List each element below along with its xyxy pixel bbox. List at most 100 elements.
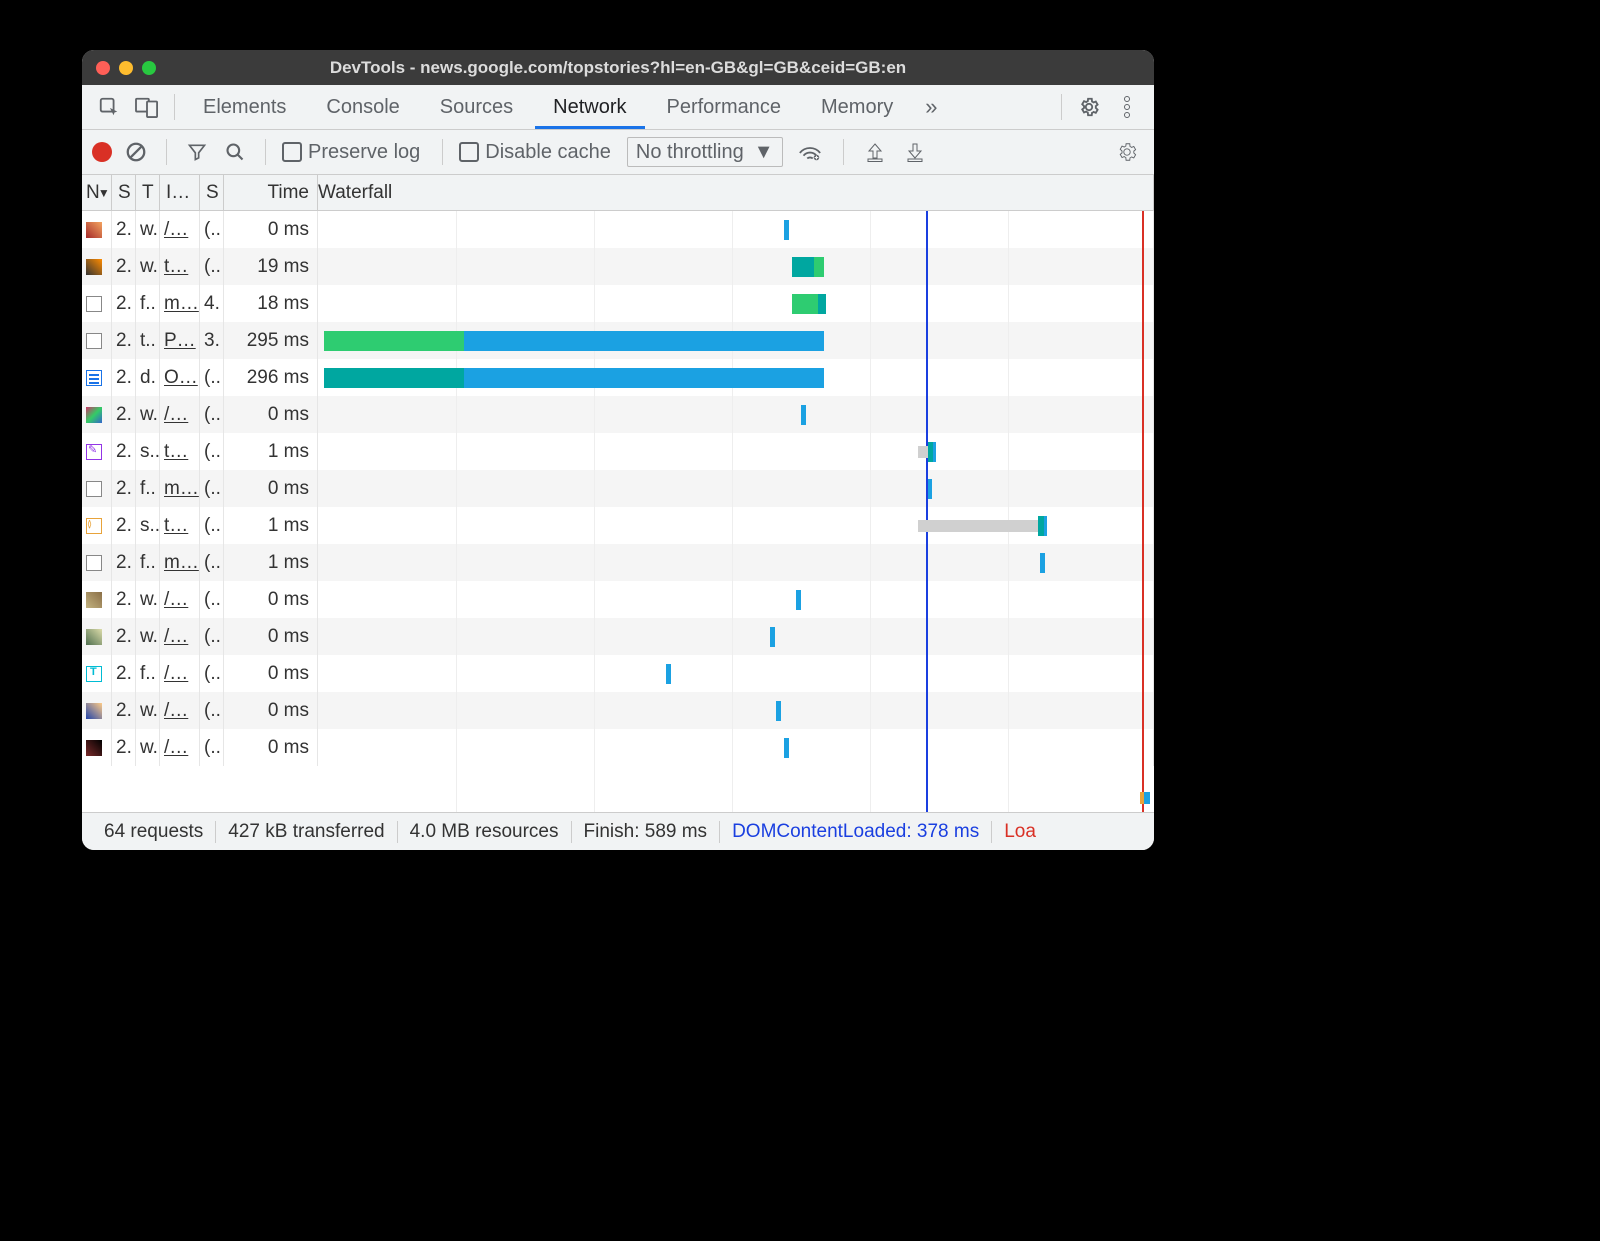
cell-time: 0 ms <box>224 581 318 618</box>
table-row[interactable]: 2.f../…(..0 ms <box>82 655 1154 692</box>
cell-status: 2. <box>112 285 136 322</box>
table-row[interactable]: 2.f..m…(..0 ms <box>82 470 1154 507</box>
col-name[interactable]: N▼ <box>82 175 112 210</box>
tab-network[interactable]: Network <box>535 85 644 129</box>
table-row[interactable]: 2.s..t…(..1 ms <box>82 507 1154 544</box>
cell-status: 2. <box>112 655 136 692</box>
cell-size: 4. <box>200 285 224 322</box>
table-row[interactable]: 2.f..m…4.18 ms <box>82 285 1154 322</box>
more-tabs-icon[interactable]: » <box>915 94 947 120</box>
cell-status: 2. <box>112 211 136 248</box>
status-transferred: 427 kB transferred <box>216 821 396 843</box>
table-row[interactable]: 2.w./…(..0 ms <box>82 618 1154 655</box>
file-type-icon <box>86 370 102 386</box>
maximize-icon[interactable] <box>142 61 156 75</box>
chevron-down-icon: ▼ <box>754 141 774 164</box>
cell-status: 2. <box>112 618 136 655</box>
tab-elements[interactable]: Elements <box>185 85 304 129</box>
checkbox-icon <box>282 142 302 162</box>
cell-time: 0 ms <box>224 211 318 248</box>
col-size[interactable]: S <box>200 175 224 210</box>
table-row[interactable]: 2.f..m…(..1 ms <box>82 544 1154 581</box>
preserve-log-checkbox[interactable]: Preserve log <box>282 141 420 164</box>
file-type-icon <box>86 481 102 497</box>
table-row[interactable]: 2.w.t…(..19 ms <box>82 248 1154 285</box>
cell-size: (.. <box>200 655 224 692</box>
cell-initiator[interactable]: t… <box>160 433 200 470</box>
file-type-icon <box>86 444 102 460</box>
tab-sources[interactable]: Sources <box>422 85 531 129</box>
network-conditions-icon[interactable] <box>793 135 827 169</box>
cell-initiator[interactable]: m… <box>160 285 200 322</box>
status-bar: 64 requests 427 kB transferred 4.0 MB re… <box>82 812 1154 850</box>
cell-size: (.. <box>200 581 224 618</box>
col-type[interactable]: T <box>136 175 160 210</box>
cell-initiator[interactable]: /… <box>160 581 200 618</box>
tab-memory[interactable]: Memory <box>803 85 911 129</box>
network-settings-icon[interactable] <box>1110 135 1144 169</box>
cell-initiator[interactable]: /… <box>160 655 200 692</box>
cell-size: (.. <box>200 507 224 544</box>
cell-initiator[interactable]: /… <box>160 211 200 248</box>
cell-type: w. <box>136 248 160 285</box>
table-row[interactable]: 2.w./…(..0 ms <box>82 396 1154 433</box>
cell-size: (.. <box>200 433 224 470</box>
throttling-select[interactable]: No throttling ▼ <box>627 137 783 167</box>
cell-size: 3. <box>200 322 224 359</box>
cell-time: 19 ms <box>224 248 318 285</box>
cell-type: w. <box>136 729 160 766</box>
cell-initiator[interactable]: t… <box>160 248 200 285</box>
divider <box>442 139 443 165</box>
cell-initiator[interactable]: O… <box>160 359 200 396</box>
table-row[interactable]: 2.w./…(..0 ms <box>82 211 1154 248</box>
minimize-icon[interactable] <box>119 61 133 75</box>
download-har-icon[interactable] <box>900 135 930 169</box>
cell-time: 295 ms <box>224 322 318 359</box>
tab-console[interactable]: Console <box>308 85 417 129</box>
table-row[interactable]: 2.d.O…(..296 ms <box>82 359 1154 396</box>
cell-initiator[interactable]: /… <box>160 618 200 655</box>
filter-icon[interactable] <box>183 135 211 169</box>
inspect-element-icon[interactable] <box>92 90 126 124</box>
disable-cache-checkbox[interactable]: Disable cache <box>459 141 611 164</box>
cell-type: d. <box>136 359 160 396</box>
close-icon[interactable] <box>96 61 110 75</box>
cell-size: (.. <box>200 470 224 507</box>
table-row[interactable]: 2.w./…(..0 ms <box>82 581 1154 618</box>
cell-initiator[interactable]: m… <box>160 470 200 507</box>
tab-performance[interactable]: Performance <box>649 85 800 129</box>
settings-icon[interactable] <box>1072 90 1106 124</box>
table-row[interactable]: 2.w./…(..0 ms <box>82 692 1154 729</box>
cell-status: 2. <box>112 692 136 729</box>
cell-type: w. <box>136 581 160 618</box>
cell-initiator[interactable]: /… <box>160 729 200 766</box>
col-waterfall[interactable]: Waterfall <box>318 175 1154 210</box>
cell-initiator[interactable]: m… <box>160 544 200 581</box>
table-row[interactable]: 2.t..P…3.295 ms <box>82 322 1154 359</box>
search-icon[interactable] <box>221 135 249 169</box>
upload-har-icon[interactable] <box>860 135 890 169</box>
cell-initiator[interactable]: P… <box>160 322 200 359</box>
clear-icon[interactable] <box>122 135 150 169</box>
table-row[interactable]: 2.w./…(..0 ms <box>82 729 1154 766</box>
cell-initiator[interactable]: /… <box>160 396 200 433</box>
col-initiator[interactable]: I… <box>160 175 200 210</box>
kebab-menu-icon[interactable] <box>1110 90 1144 124</box>
divider <box>166 139 167 165</box>
record-button[interactable] <box>92 142 112 162</box>
cell-status: 2. <box>112 396 136 433</box>
table-row[interactable]: 2.s..t…(..1 ms <box>82 433 1154 470</box>
file-type-icon <box>86 555 102 571</box>
throttling-label: No throttling <box>636 141 744 164</box>
col-time[interactable]: Time <box>224 175 318 210</box>
col-status[interactable]: S <box>112 175 136 210</box>
window-controls <box>96 61 156 75</box>
divider <box>1061 94 1062 120</box>
cell-time: 1 ms <box>224 544 318 581</box>
cell-status: 2. <box>112 248 136 285</box>
file-type-icon <box>86 703 102 719</box>
cell-time: 296 ms <box>224 359 318 396</box>
device-toggle-icon[interactable] <box>130 90 164 124</box>
cell-initiator[interactable]: t… <box>160 507 200 544</box>
cell-initiator[interactable]: /… <box>160 692 200 729</box>
